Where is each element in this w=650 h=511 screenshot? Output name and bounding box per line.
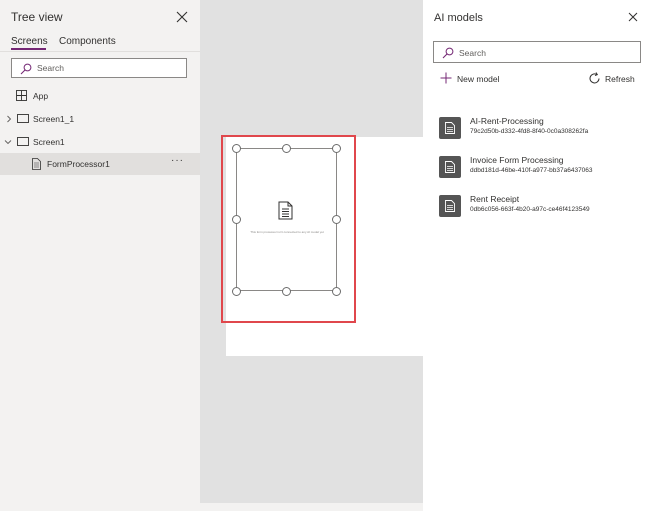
tree-search-input[interactable]: Search [11,58,187,78]
model-name: Rent Receipt [470,194,520,204]
form-document-icon [32,158,41,170]
tree-item-screen1-1[interactable]: Screen1_1 [0,108,200,130]
form-document-icon [445,122,455,134]
search-icon [20,63,32,75]
close-icon[interactable] [628,12,638,22]
screen-icon [17,137,29,146]
more-options-icon[interactable]: ··· [171,155,184,166]
ai-models-panel: AI models Search New model Refresh AI-Re… [423,0,650,511]
model-tile [439,156,461,178]
tree-item-screen1[interactable]: Screen1 [0,131,200,153]
model-id: 79c2d50b-d332-4fd8-8f40-0c0a308262fa [470,128,589,135]
ai-models-search-input[interactable]: Search [433,41,641,63]
app-grid-icon [16,90,27,101]
ai-models-title: AI models [434,12,483,24]
model-id: 0db6c056-663f-4b20-a97c-ce46f4123549 [470,206,590,213]
form-document-icon [445,161,455,173]
close-icon[interactable] [176,11,188,23]
ai-search-placeholder: Search [459,48,486,58]
active-tab-indicator [11,48,46,50]
tab-divider [0,51,200,52]
form-document-icon [445,200,455,212]
new-model-label: New model [457,74,500,84]
highlight-box [221,135,356,323]
model-id: ddbd181d-46be-410f-a977-bb37a6437063 [470,167,593,174]
tree-search-placeholder: Search [37,63,64,73]
refresh-icon [589,72,600,84]
search-icon [442,47,454,59]
tab-screens[interactable]: Screens [11,36,48,50]
refresh-label: Refresh [605,74,635,84]
tree-item-formprocessor1[interactable]: FormProcessor1 ··· [0,153,200,175]
chevron-down-icon[interactable] [4,138,12,146]
tree-item-app[interactable]: App [0,85,200,107]
tab-screens-label: Screens [11,36,48,47]
tree-item-label: App [33,91,49,101]
screen-icon [17,114,29,123]
plus-icon [440,72,452,84]
model-name: Invoice Form Processing [470,155,564,165]
chevron-right-icon[interactable] [5,115,13,123]
tab-components[interactable]: Components [59,36,116,47]
model-tile [439,195,461,217]
model-name: AI-Rent-Processing [470,116,544,126]
tab-components-label: Components [59,36,116,47]
tree-view-panel: Tree view Screens Components Search App [0,0,200,511]
model-tile [439,117,461,139]
model-list-item[interactable]: Rent Receipt 0db6c056-663f-4b20-a97c-ce4… [439,194,639,222]
tree-item-label: FormProcessor1 [47,159,110,169]
model-list-item[interactable]: AI-Rent-Processing 79c2d50b-d332-4fd8-8f… [439,116,639,144]
tree-view-title: Tree view [11,10,63,24]
canvas-bottom-bar [200,503,423,511]
tree-item-label: Screen1 [33,137,65,147]
model-list-item[interactable]: Invoice Form Processing ddbd181d-46be-41… [439,155,639,183]
tree-item-label: Screen1_1 [33,114,75,124]
